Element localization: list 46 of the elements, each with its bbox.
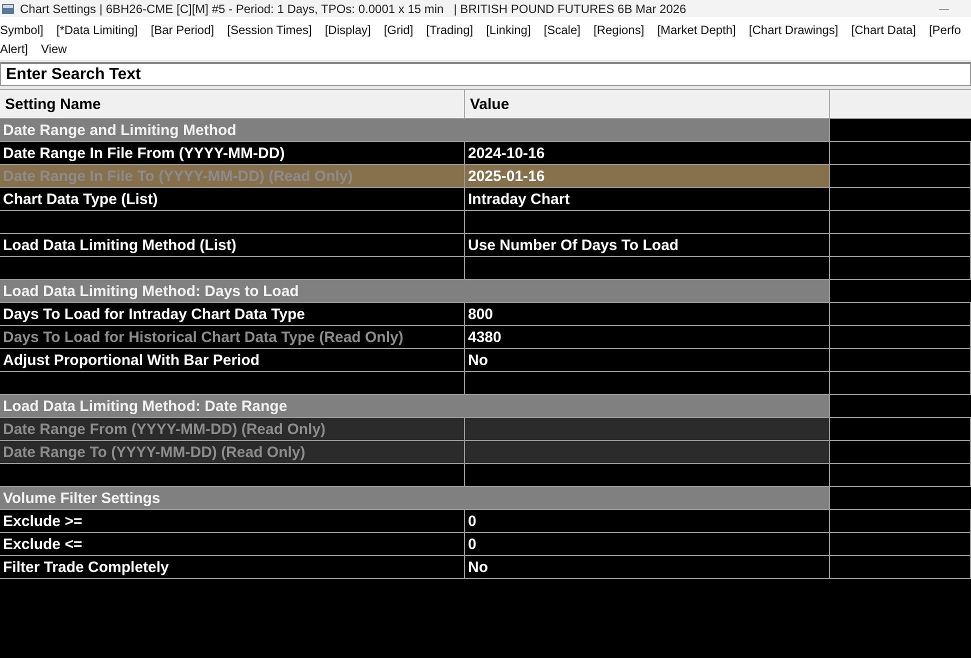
settings-tab[interactable]: [Regions] bbox=[593, 23, 644, 37]
value-cell[interactable] bbox=[465, 441, 830, 464]
settings-tab[interactable]: [Session Times] bbox=[227, 23, 312, 37]
settings-tab[interactable]: Alert] bbox=[0, 42, 28, 56]
setting-value[interactable]: 2024-10-16 bbox=[465, 142, 830, 165]
settings-tab[interactable]: [Chart Data] bbox=[851, 23, 916, 37]
settings-tab[interactable]: [Linking] bbox=[486, 23, 531, 37]
window-title: Chart Settings | 6BH26-CME [C][M] #5 - Period: 1 Days, TPOs: 0.0001 x 15 min | BRITISH POUND FUTURES 6B Mar 2026 bbox=[20, 2, 688, 16]
setting-value[interactable]: No bbox=[465, 556, 830, 579]
setting-value[interactable]: 2025-01-16 bbox=[465, 165, 830, 188]
setting-value[interactable]: 800 bbox=[465, 303, 830, 326]
section-header: Date Range and Limiting Method bbox=[0, 119, 830, 142]
settings-tab[interactable]: [Scale] bbox=[544, 23, 580, 37]
section-header: Load Data Limiting Method: Date Range bbox=[0, 395, 830, 418]
setting-value[interactable]: Intraday Chart bbox=[465, 188, 830, 211]
setting-name[interactable]: Exclude <= bbox=[0, 533, 465, 556]
setting-value[interactable]: 0 bbox=[465, 533, 830, 556]
setting-name[interactable]: Date Range In File From (YYYY-MM-DD) bbox=[0, 142, 465, 165]
setting-name[interactable]: Load Data Limiting Method (List) bbox=[0, 234, 465, 257]
settings-tab[interactable]: [Bar Period] bbox=[150, 23, 214, 37]
column-header[interactable]: Setting Name bbox=[0, 89, 465, 119]
app-icon bbox=[2, 4, 14, 14]
search-field[interactable]: Enter Search Text bbox=[0, 62, 971, 86]
setting-name[interactable]: Adjust Proportional With Bar Period bbox=[0, 349, 465, 372]
settings-tab[interactable]: Symbol] bbox=[0, 23, 44, 37]
setting-value[interactable]: 4380 bbox=[465, 326, 830, 349]
settings-tab[interactable]: [Display] bbox=[324, 23, 371, 37]
section-header: Volume Filter Settings bbox=[0, 487, 830, 510]
setting-value[interactable]: 0 bbox=[465, 510, 830, 533]
settings-tab[interactable]: [Perfo bbox=[928, 23, 961, 37]
settings-tab[interactable]: [Trading] bbox=[426, 23, 474, 37]
setting-value[interactable]: Use Number Of Days To Load bbox=[465, 234, 830, 257]
settings-tab[interactable]: [Market Depth] bbox=[657, 23, 736, 37]
setting-value[interactable]: No bbox=[465, 349, 830, 372]
setting-name[interactable]: Days To Load for Historical Chart Data Type (Read Only) bbox=[0, 326, 465, 349]
settings-tab[interactable]: View bbox=[41, 42, 67, 56]
section-header: Load Data Limiting Method: Days to Load bbox=[0, 280, 830, 303]
value-cell[interactable] bbox=[465, 418, 830, 441]
setting-name[interactable]: Chart Data Type (List) bbox=[0, 188, 465, 211]
settings-tab[interactable]: [*Data Limiting] bbox=[56, 23, 138, 37]
setting-name[interactable]: Days To Load for Intraday Chart Data Type bbox=[0, 303, 465, 326]
setting-name[interactable]: Exclude >= bbox=[0, 510, 465, 533]
settings-tab[interactable]: [Chart Drawings] bbox=[748, 23, 838, 37]
setting-name[interactable]: Filter Trade Completely bbox=[0, 556, 465, 579]
settings-tab[interactable]: [Grid] bbox=[384, 23, 414, 37]
column-header[interactable]: Value bbox=[465, 89, 830, 119]
